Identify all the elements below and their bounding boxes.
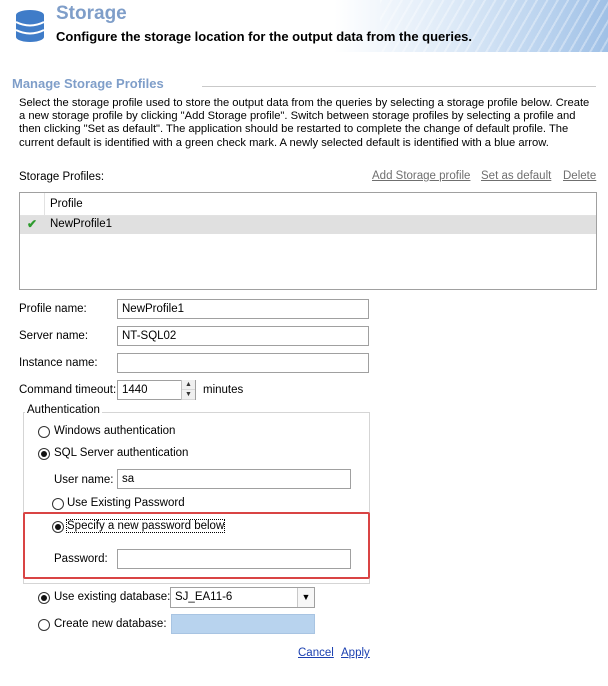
profile-name-cell: NewProfile1 [50, 218, 112, 230]
delete-link[interactable]: Delete [563, 170, 596, 182]
list-row[interactable]: ✔ NewProfile1 [20, 216, 596, 234]
password-label: Password: [54, 553, 108, 565]
instance-name-label: Instance name: [19, 357, 98, 369]
command-timeout-unit: minutes [203, 384, 244, 396]
authentication-legend: Authentication [25, 404, 102, 416]
check-icon: ✔ [27, 217, 38, 231]
new-database-input [171, 614, 315, 634]
column-divider [44, 193, 45, 215]
list-header: Profile [20, 193, 596, 216]
storage-profiles-label: Storage Profiles: [19, 171, 105, 183]
apply-link[interactable]: Apply [341, 647, 370, 659]
set-as-default-link[interactable]: Set as default [481, 170, 551, 182]
page-subtitle: Configure the storage location for the o… [56, 29, 473, 44]
user-name-label: User name: [54, 474, 114, 486]
spin-buttons[interactable]: ▲ ▼ [181, 380, 195, 400]
sql-auth-label[interactable]: SQL Server authentication [54, 447, 188, 459]
profile-name-label: Profile name: [19, 303, 87, 315]
windows-auth-label[interactable]: Windows authentication [54, 425, 175, 437]
specify-new-password-label[interactable]: Specify a new password below [65, 519, 226, 533]
cancel-link[interactable]: Cancel [298, 647, 334, 659]
section-description: Select the storage profile used to store… [19, 97, 590, 149]
page-title: Storage [56, 3, 127, 24]
server-name-input[interactable] [117, 326, 369, 346]
section-divider [202, 86, 596, 87]
spin-up-icon[interactable]: ▲ [182, 380, 195, 390]
use-existing-password-radio[interactable] [52, 498, 64, 510]
server-name-label: Server name: [19, 330, 89, 342]
instance-name-input[interactable] [117, 353, 369, 373]
existing-database-value: SJ_EA11-6 [175, 591, 233, 603]
existing-database-select[interactable]: SJ_EA11-6 ▼ [170, 587, 315, 608]
windows-auth-radio[interactable] [38, 426, 50, 438]
use-existing-database-label[interactable]: Use existing database: [54, 591, 170, 603]
create-new-database-radio[interactable] [38, 619, 50, 631]
storage-profiles-list[interactable]: Profile ✔ NewProfile1 [19, 192, 597, 290]
sql-auth-radio[interactable] [38, 448, 50, 460]
header-pattern [380, 0, 608, 52]
chevron-down-icon[interactable]: ▼ [297, 588, 314, 607]
column-header-profile[interactable]: Profile [50, 198, 83, 210]
profile-name-input[interactable] [117, 299, 369, 319]
command-timeout-stepper[interactable]: ▲ ▼ [117, 380, 196, 400]
spin-down-icon[interactable]: ▼ [182, 390, 195, 400]
add-storage-profile-link[interactable]: Add Storage profile [372, 170, 470, 182]
password-input[interactable] [117, 549, 351, 569]
database-icon [14, 9, 46, 43]
use-existing-database-radio[interactable] [38, 592, 50, 604]
specify-new-password-radio[interactable] [52, 521, 64, 533]
create-new-database-label[interactable]: Create new database: [54, 618, 167, 630]
user-name-input[interactable] [117, 469, 351, 489]
section-title: Manage Storage Profiles [12, 76, 164, 91]
use-existing-password-label[interactable]: Use Existing Password [67, 497, 185, 509]
command-timeout-label: Command timeout: [19, 384, 117, 396]
